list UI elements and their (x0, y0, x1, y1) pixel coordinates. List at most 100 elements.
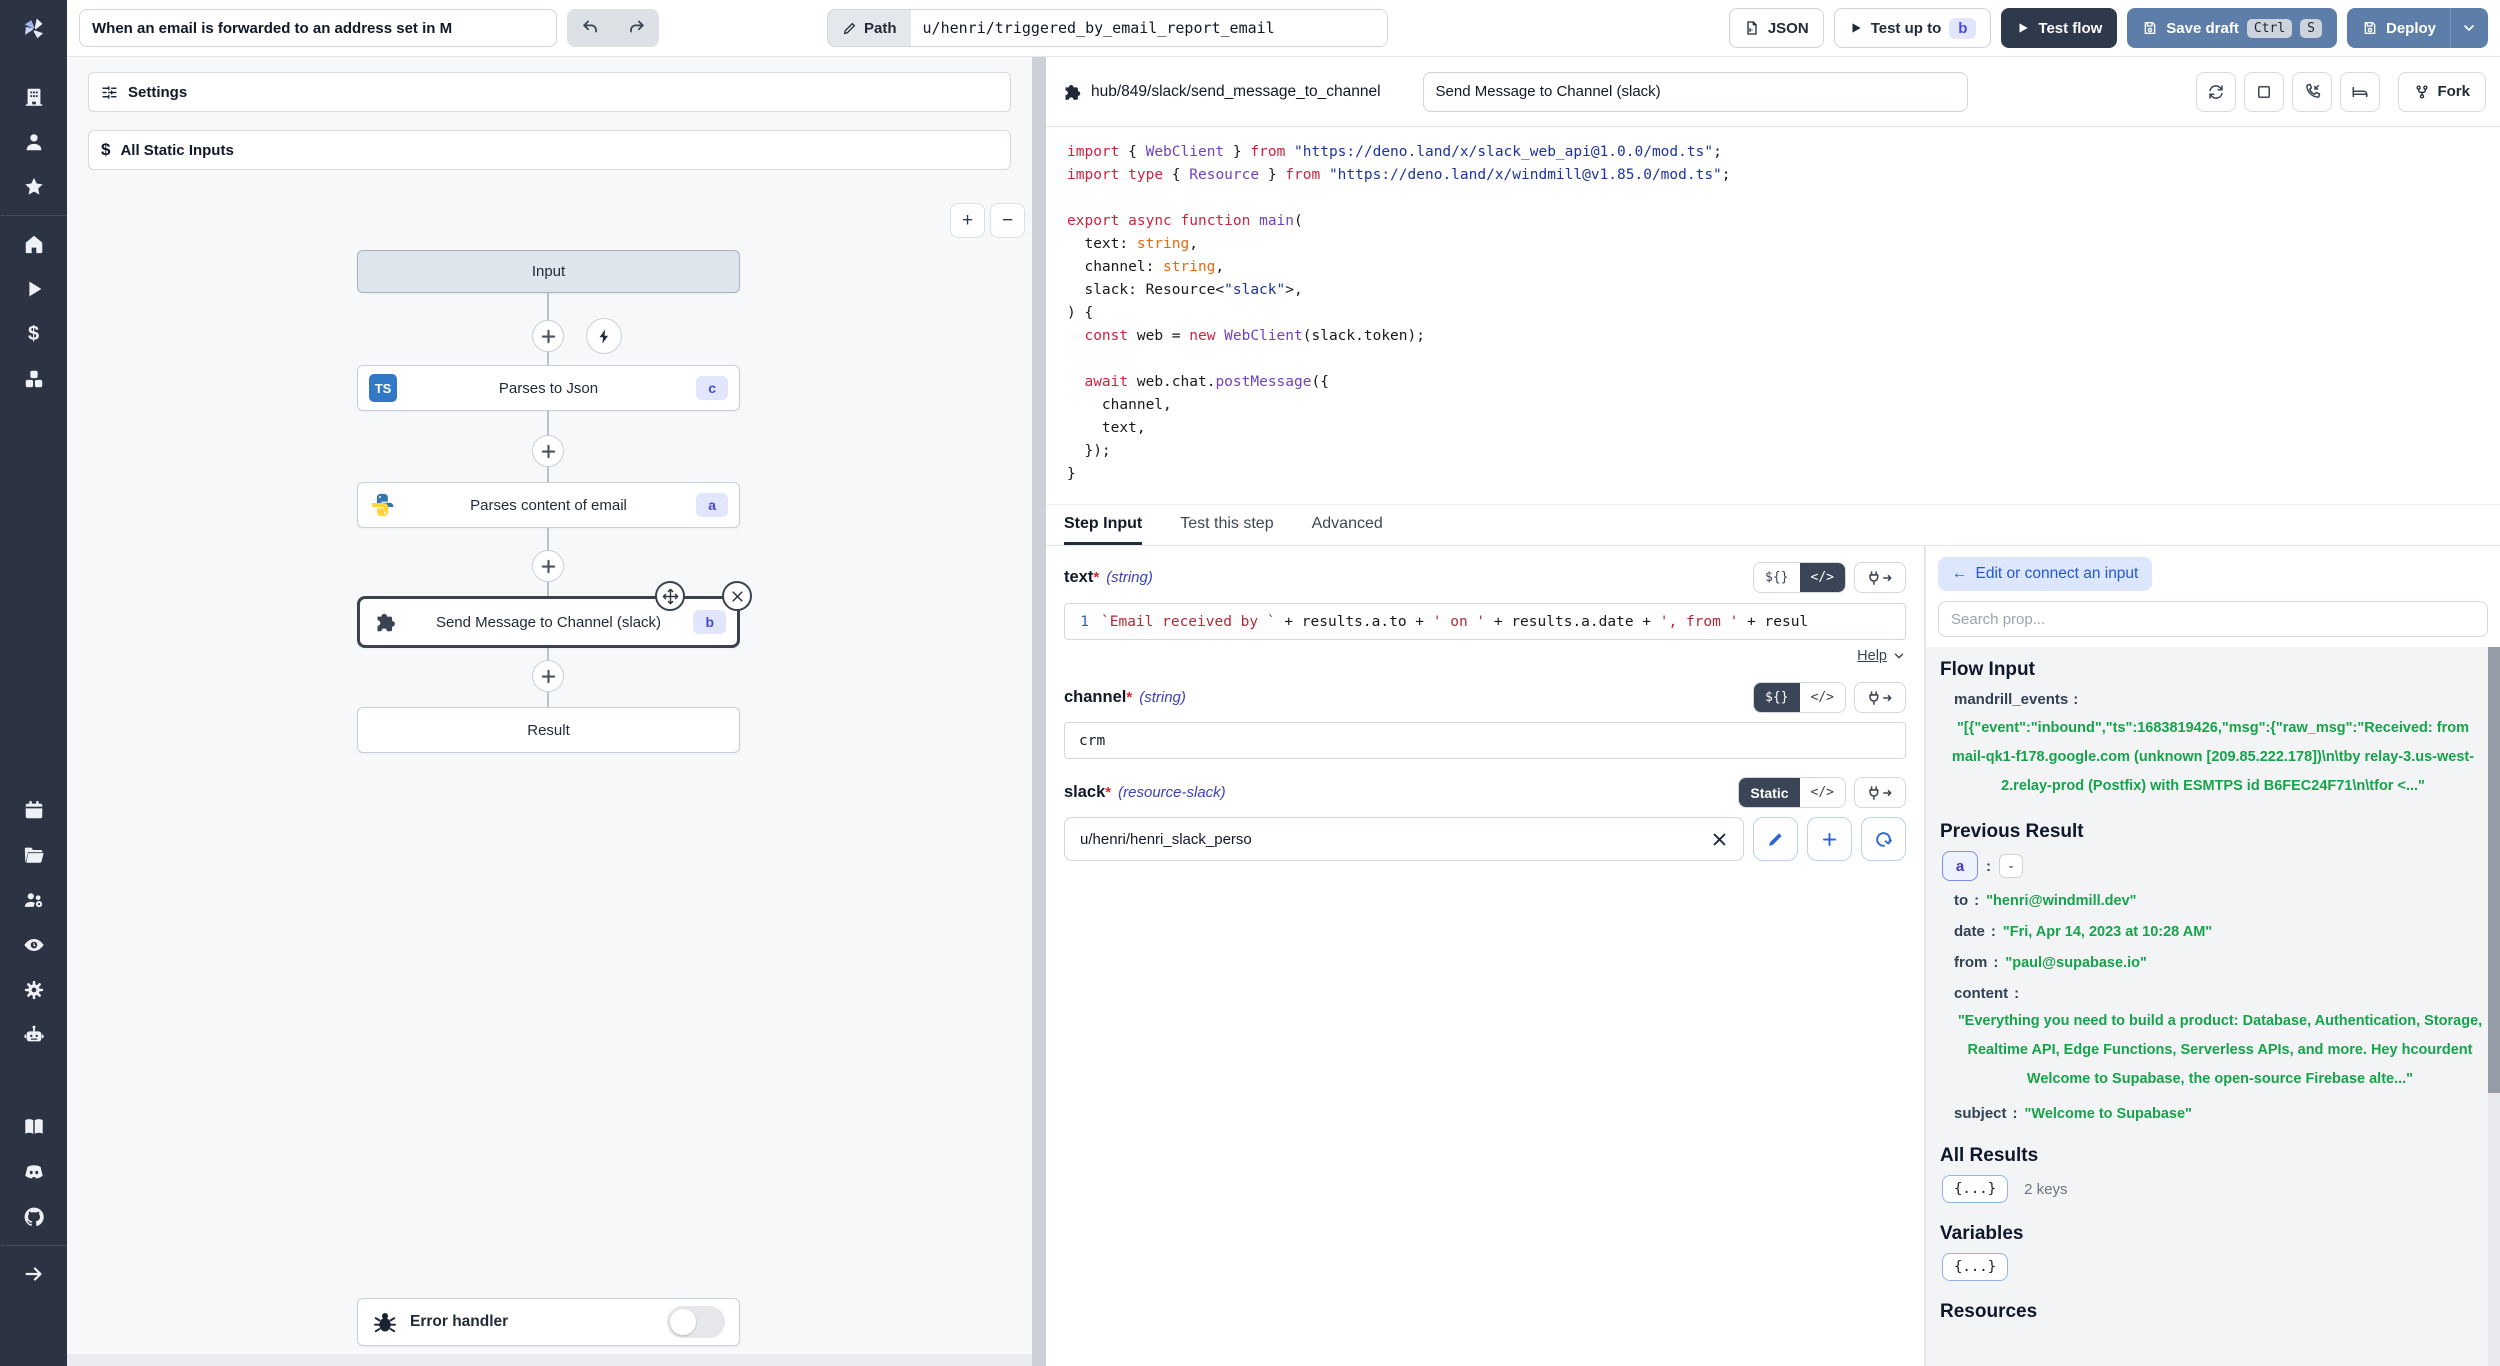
slack-field-header: slack* (resource-slack) Static </> (1064, 777, 1906, 808)
static-mode-button[interactable]: Static (1739, 778, 1799, 807)
fork-button[interactable]: Fork (2398, 72, 2486, 112)
field-type: (string) (1139, 689, 1186, 706)
code-line: ) { (1067, 302, 2500, 325)
path-edit-button[interactable]: Path (828, 10, 911, 46)
slack-resource-picker[interactable]: u/henri/henri_slack_perso (1064, 817, 1744, 861)
reload-script-button[interactable] (2196, 72, 2236, 112)
add-resource-button[interactable] (1807, 817, 1852, 861)
groups-icon[interactable] (22, 888, 46, 912)
audit-logs-eye-icon[interactable] (22, 933, 46, 957)
error-handler-node[interactable]: Error handler (357, 1298, 740, 1346)
variables-expand-button[interactable]: {...} (1942, 1253, 2008, 1281)
search-prop-input[interactable] (1938, 601, 2488, 637)
folders-icon[interactable] (22, 843, 46, 867)
code-line (1067, 187, 2500, 210)
tab-advanced[interactable]: Advanced (1312, 505, 1383, 545)
flow-node-result[interactable]: Result (357, 707, 740, 753)
horizontal-scrollbar[interactable] (67, 1354, 1032, 1366)
code-mode-button[interactable]: </> (1800, 778, 1845, 807)
move-step-button[interactable] (655, 581, 685, 611)
refresh-icon (1874, 830, 1893, 849)
flow-node-parses-to-json[interactable]: TS Parses to Json c (357, 365, 740, 411)
flow-input-value[interactable]: "[{"event":"inbound","ts":1683819426,"ms… (1940, 714, 2486, 801)
code-mode-button[interactable]: </> (1800, 683, 1845, 712)
result-row[interactable]: subject:"Welcome to Supabase" (1940, 1103, 2486, 1125)
test-flow-button[interactable]: Test flow (2001, 8, 2117, 48)
collapse-button[interactable]: - (1999, 854, 2023, 878)
all-results-expand-button[interactable]: {...} (1942, 1175, 2008, 1203)
tab-test-this-step[interactable]: Test this step (1180, 505, 1273, 545)
connect-input-button[interactable] (1854, 777, 1906, 808)
test-up-to-button[interactable]: Test up to b (1834, 8, 1992, 48)
connect-input-button[interactable] (1854, 682, 1906, 713)
bench-button[interactable] (2340, 72, 2380, 112)
template-mode-button[interactable]: ${} (1754, 683, 1799, 712)
flow-node-input[interactable]: Input (357, 250, 740, 293)
trigger-bolt-button[interactable] (586, 318, 622, 354)
edit-or-connect-button[interactable]: ← Edit or connect an input (1938, 557, 2152, 591)
expand-editor-button[interactable] (2244, 72, 2284, 112)
home-icon[interactable] (22, 232, 46, 256)
windmill-logo[interactable] (0, 0, 67, 57)
user-icon[interactable] (22, 130, 46, 154)
vertical-scrollbar[interactable] (2488, 647, 2500, 1366)
discord-icon[interactable] (22, 1160, 46, 1184)
schedules-calendar-icon[interactable] (22, 798, 46, 822)
plug-arrow-icon (1867, 570, 1893, 586)
step-summary-input[interactable] (1423, 72, 1968, 112)
scrollbar-thumb[interactable] (2488, 647, 2500, 1093)
code-mode-button[interactable]: </> (1800, 563, 1845, 592)
add-step-button[interactable] (532, 550, 564, 582)
typescript-icon: TS (369, 374, 397, 402)
all-static-inputs-button[interactable]: $ All Static Inputs (88, 130, 1011, 170)
refresh-resource-button[interactable] (1861, 817, 1906, 861)
favorites-star-icon[interactable] (22, 175, 46, 199)
help-link[interactable]: Help (1857, 648, 1887, 664)
result-row[interactable]: to:"henri@windmill.dev" (1940, 890, 2486, 912)
phone-incoming-button[interactable] (2292, 72, 2332, 112)
zoom-in-button[interactable]: + (950, 203, 985, 238)
deploy-button[interactable]: Deploy (2347, 8, 2488, 48)
add-step-button[interactable] (532, 660, 564, 692)
result-row[interactable]: date:"Fri, Apr 14, 2023 at 10:28 AM" (1940, 921, 2486, 943)
error-handler-toggle[interactable] (667, 1306, 725, 1338)
undo-button[interactable] (567, 9, 613, 47)
save-draft-button[interactable]: Save draft Ctrl S (2127, 8, 2337, 48)
workers-gear-icon[interactable] (22, 978, 46, 1002)
expand-sidebar-arrow-icon[interactable] (22, 1262, 46, 1286)
path-input[interactable] (911, 10, 1387, 46)
add-step-button[interactable] (532, 435, 564, 467)
variables-dollar-icon[interactable]: $ (22, 322, 46, 346)
workspace-icon[interactable] (22, 85, 46, 109)
template-mode-button[interactable]: ${} (1754, 563, 1799, 592)
panel-resize-handle[interactable] (1032, 57, 1046, 1366)
code-editor[interactable]: import { WebClient } from "https://deno.… (1046, 127, 2500, 504)
add-step-button[interactable] (532, 320, 564, 352)
flow-input-key-row[interactable]: mandrill_events: (1940, 691, 2486, 708)
flow-title-input[interactable] (79, 9, 557, 47)
bot-icon[interactable] (22, 1023, 46, 1047)
tab-step-input[interactable]: Step Input (1064, 505, 1142, 545)
docs-book-icon[interactable] (22, 1115, 46, 1139)
edit-resource-button[interactable] (1753, 817, 1798, 861)
flow-node-parses-content[interactable]: Parses content of email a (357, 482, 740, 528)
redo-button[interactable] (613, 9, 659, 47)
resources-boxes-icon[interactable] (22, 367, 46, 391)
clear-resource-button[interactable] (1711, 831, 1728, 848)
github-icon[interactable] (22, 1205, 46, 1229)
delete-step-button[interactable] (722, 581, 752, 611)
text-expression-editor[interactable]: 1 `Email received by ` + results.a.to + … (1064, 603, 1906, 640)
connect-input-button[interactable] (1854, 562, 1906, 593)
zoom-out-button[interactable]: − (990, 203, 1025, 238)
flow-settings-button[interactable]: Settings (88, 72, 1011, 112)
pencil-icon (842, 21, 857, 36)
json-button[interactable]: JSON (1729, 8, 1824, 48)
deploy-dropdown-button[interactable] (2450, 8, 2487, 48)
result-row[interactable]: content:"Everything you need to build a … (1940, 983, 2486, 1094)
flow-node-label: Send Message to Channel (slack) (436, 614, 661, 631)
runs-play-icon[interactable] (22, 277, 46, 301)
result-key-badge[interactable]: a (1942, 851, 1978, 881)
plus-icon (540, 443, 557, 460)
result-row[interactable]: from:"paul@supabase.io" (1940, 952, 2486, 974)
channel-value-input[interactable] (1064, 722, 1906, 759)
